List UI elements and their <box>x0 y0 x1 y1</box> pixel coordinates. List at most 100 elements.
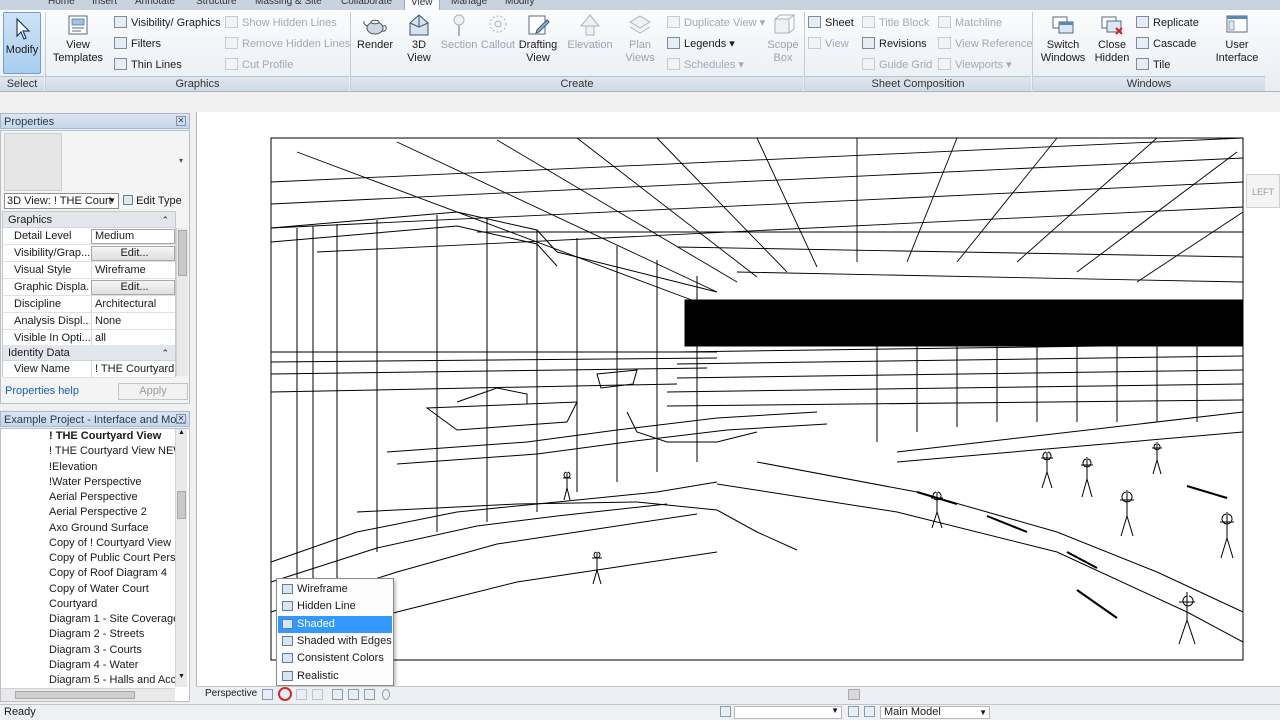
cut-profile-button[interactable]: Cut Profile <box>225 57 293 73</box>
browser-view-item[interactable]: Copy of ! Courtyard View <box>49 536 171 551</box>
shadows-icon[interactable] <box>312 689 323 700</box>
browser-view-item[interactable]: Aerial Perspective 2 <box>49 505 147 520</box>
close-hidden-button[interactable]: Close Hidden <box>1092 12 1132 65</box>
guide-grid-button[interactable]: Guide Grid <box>862 57 932 73</box>
legends-button[interactable]: Legends ▾ <box>667 36 735 52</box>
visual-style-option[interactable]: Shaded <box>278 615 392 633</box>
crop-view-icon[interactable] <box>332 689 343 700</box>
scroll-down-icon[interactable]: ▼ <box>177 673 186 685</box>
browser-view-item[interactable]: Diagram 3 - Courts <box>49 643 142 658</box>
title-block-button[interactable]: Title Block <box>862 15 929 31</box>
view-templates-button[interactable]: View Templates <box>50 12 106 65</box>
drafting-view-button[interactable]: Drafting View <box>516 12 560 65</box>
remove-hidden-lines-button[interactable]: Remove Hidden Lines <box>225 36 350 52</box>
switch-windows-button[interactable]: Switch Windows <box>1038 12 1088 65</box>
viewports-button[interactable]: Viewports ▾ <box>938 57 1012 73</box>
visual-style-icon[interactable] <box>278 687 292 701</box>
place-view-button[interactable]: View <box>808 36 849 52</box>
tab-modify[interactable]: Modify <box>505 0 534 10</box>
tab-manage[interactable]: Manage <box>451 0 487 10</box>
type-selector-dropdown[interactable]: 3D View: ! THE Court ▼ <box>4 193 119 209</box>
browser-view-item[interactable]: Courtyard <box>49 597 97 612</box>
group-header-identity-data[interactable]: Identity Data ⌃ <box>3 345 175 361</box>
detail-level-icon[interactable] <box>262 689 273 700</box>
apply-button[interactable]: Apply <box>118 383 188 400</box>
duplicate-view-button[interactable]: Duplicate View ▾ <box>667 15 765 31</box>
edit-button[interactable]: Edit... <box>91 246 175 261</box>
property-row[interactable]: Visual Style Wireframe <box>3 262 175 279</box>
browser-hscrollbar[interactable] <box>1 688 175 701</box>
elevation-button[interactable]: Elevation <box>564 12 616 52</box>
property-value[interactable]: Medium <box>91 229 175 244</box>
browser-view-item[interactable]: Copy of Water Court <box>49 582 149 597</box>
visibility-graphics-button[interactable]: Visibility/ Graphics <box>114 15 221 31</box>
cascade-button[interactable]: Cascade <box>1136 36 1196 52</box>
browser-view-item[interactable]: Diagram 1 - Site Coverage <box>49 612 179 627</box>
visual-style-option[interactable]: Consistent Colors <box>278 650 392 667</box>
worksets-icon[interactable] <box>720 706 731 717</box>
workset-dropdown[interactable]: ▼ <box>734 706 842 719</box>
browser-view-item[interactable]: Diagram 4 - Water <box>49 658 138 673</box>
show-hidden-lines-button[interactable]: Show Hidden Lines <box>225 15 337 31</box>
plan-views-button[interactable]: Plan Views <box>620 12 660 65</box>
scroll-up-icon[interactable]: ▲ <box>177 429 186 441</box>
user-interface-button[interactable]: User Interface <box>1212 12 1262 65</box>
scrollbar-thumb[interactable] <box>178 230 187 276</box>
lock-3d-view-icon[interactable] <box>364 689 375 700</box>
browser-scrollbar[interactable]: ▲ ▼ <box>175 429 187 687</box>
browser-view-item[interactable]: Diagram 5 - Halls and Acce <box>49 673 182 688</box>
schedules-button[interactable]: Schedules ▾ <box>667 57 744 73</box>
3d-view-button[interactable]: 3D View <box>400 12 438 65</box>
tab-home[interactable]: Home <box>48 0 75 10</box>
callout-button[interactable]: Callout <box>480 12 516 52</box>
thin-lines-button[interactable]: Thin Lines <box>114 57 182 73</box>
viewport-hscroll-thumb[interactable] <box>848 689 860 700</box>
browser-view-item[interactable]: Copy of Public Court Persp <box>49 551 182 566</box>
tab-insert[interactable]: Insert <box>92 0 117 10</box>
sheet-button[interactable]: Sheet <box>808 15 854 31</box>
browser-view-item[interactable]: !Elevation <box>49 460 97 475</box>
close-icon[interactable]: ✕ <box>176 414 186 424</box>
scrollbar-thumb[interactable] <box>15 691 135 699</box>
tab-structure[interactable]: Structure <box>196 0 237 10</box>
editable-only-icon[interactable] <box>864 706 875 717</box>
close-icon[interactable]: ✕ <box>176 116 186 126</box>
tab-collaborate[interactable]: Collaborate <box>341 0 392 10</box>
viewcube[interactable]: LEFT <box>1246 174 1280 208</box>
browser-view-item[interactable]: ! THE Courtyard View NEW <box>49 444 184 459</box>
property-row[interactable]: Detail Level Medium <box>3 228 175 245</box>
revisions-button[interactable]: Revisions <box>862 36 927 52</box>
filters-button[interactable]: Filters <box>114 36 161 52</box>
temporary-hide-icon[interactable] <box>382 689 390 700</box>
properties-help-link[interactable]: Properties help <box>5 385 79 397</box>
properties-scrollbar[interactable] <box>176 228 188 376</box>
browser-view-item[interactable]: ! THE Courtyard View <box>49 429 161 444</box>
edit-button[interactable]: Edit... <box>91 280 175 295</box>
view-reference-button[interactable]: View Reference <box>938 36 1032 52</box>
group-header-graphics[interactable]: Graphics ⌃ <box>3 212 175 228</box>
design-options-icon[interactable] <box>848 706 859 717</box>
show-crop-region-icon[interactable] <box>348 689 359 700</box>
property-row[interactable]: Visibility/Grap... Edit... <box>3 245 175 262</box>
browser-view-item[interactable]: Axo Ground Surface <box>49 521 149 536</box>
tab-view[interactable]: View <box>404 0 440 10</box>
visual-style-option[interactable]: Realistic <box>278 668 392 685</box>
property-row[interactable]: Discipline Architectural <box>3 296 175 313</box>
visual-style-option[interactable]: Hidden Line <box>278 598 392 615</box>
browser-view-item[interactable]: Diagram 2 - Streets <box>49 627 144 642</box>
chevron-down-icon[interactable]: ▾ <box>179 156 183 165</box>
scrollbar-thumb[interactable] <box>177 491 186 519</box>
tab-massing-site[interactable]: Massing & Site <box>255 0 322 10</box>
render-button[interactable]: Render <box>354 12 396 52</box>
tab-annotate[interactable]: Annotate <box>135 0 175 10</box>
design-option-dropdown[interactable]: Main Model ▼ <box>880 706 990 719</box>
browser-view-item[interactable]: Copy of Roof Diagram 4 <box>49 566 167 581</box>
scope-box-button[interactable]: Scope Box <box>764 12 802 65</box>
property-row[interactable]: Analysis Displ... None <box>3 313 175 330</box>
sun-path-icon[interactable] <box>296 689 307 700</box>
browser-view-item[interactable]: Aerial Perspective <box>49 490 138 505</box>
visual-style-option[interactable]: Shaded with Edges <box>278 633 392 650</box>
visual-style-option[interactable]: Wireframe <box>278 581 392 598</box>
browser-view-item[interactable]: !Water Perspective <box>49 475 142 490</box>
property-row[interactable]: View Name ! THE Courtyard... <box>3 361 175 378</box>
